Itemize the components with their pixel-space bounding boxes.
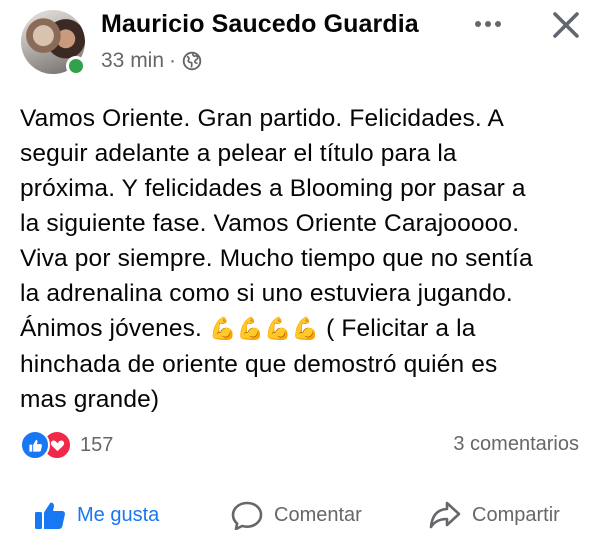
comment-icon <box>231 501 263 530</box>
online-status-indicator <box>66 56 86 76</box>
share-button-label: Compartir <box>472 503 560 526</box>
reaction-count: 157 <box>80 433 114 456</box>
reactions-summary[interactable]: 157 <box>20 430 114 460</box>
action-bar: Me gusta Comentar Compartir <box>0 500 600 540</box>
comments-count[interactable]: 3 comentarios <box>453 433 579 456</box>
comment-button[interactable]: Comentar <box>230 500 362 530</box>
like-button[interactable]: Me gusta <box>33 500 159 530</box>
post-time[interactable]: 33 min <box>101 49 164 73</box>
meta-separator: · <box>169 49 177 72</box>
post-text: Vamos Oriente. Gran partido. Felicidades… <box>20 101 590 417</box>
post-meta: 33 min · <box>101 47 202 75</box>
close-icon[interactable] <box>551 10 581 40</box>
flexed-biceps-emoji: 💪💪💪💪 <box>208 317 320 342</box>
like-reaction-icon <box>20 430 50 460</box>
post-text-main: Vamos Oriente. Gran partido. Felicidades… <box>20 105 533 342</box>
share-button[interactable]: Compartir <box>428 500 560 530</box>
author-name[interactable]: Mauricio Saucedo Guardia <box>101 10 419 39</box>
globe-icon[interactable] <box>182 51 202 71</box>
share-icon <box>429 501 461 529</box>
comment-button-label: Comentar <box>274 503 362 526</box>
more-icon[interactable] <box>470 14 506 34</box>
thumbs-up-icon <box>35 502 65 529</box>
like-button-label: Me gusta <box>77 503 160 526</box>
